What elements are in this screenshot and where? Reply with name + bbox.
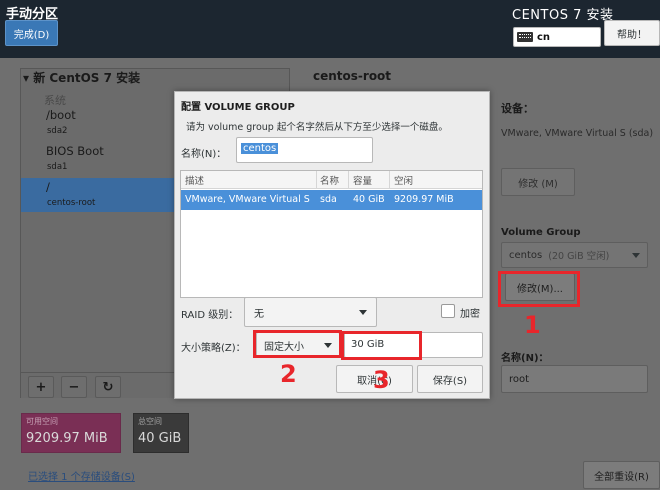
mount-item-boot-device: sda2 xyxy=(47,126,68,136)
step-number-2: 2 xyxy=(280,360,297,388)
col-header-capacity[interactable]: 容量 xyxy=(353,173,372,187)
partition-title: centos-root xyxy=(313,69,392,83)
done-button[interactable]: 完成(D) xyxy=(5,20,58,46)
cell-description: VMware, VMware Virtual S xyxy=(185,194,310,205)
volume-group-name: centos xyxy=(509,249,543,261)
install-group-header[interactable]: ▾ 新 CentOS 7 安装 xyxy=(23,69,140,86)
keyboard-layout-indicator[interactable]: cn xyxy=(513,27,601,47)
mount-item-root-device: centos-root xyxy=(47,198,96,208)
remove-mount-button[interactable]: − xyxy=(61,376,87,398)
raid-level-label: RAID 级别： xyxy=(181,310,239,321)
highlight-box-step2 xyxy=(253,330,342,358)
chevron-down-icon xyxy=(359,309,367,315)
volume-group-free: (20 GiB 空闲) xyxy=(548,251,610,262)
name-heading: 名称(N)： xyxy=(501,353,549,364)
col-header-free[interactable]: 空闲 xyxy=(394,173,413,187)
system-group-label: 系统 xyxy=(44,94,66,107)
raid-level-value: 无 xyxy=(254,308,264,320)
highlight-box-step3 xyxy=(341,331,422,360)
dialog-title: 配置 VOLUME GROUP xyxy=(181,102,295,113)
keyboard-layout-label: cn xyxy=(537,31,551,43)
available-space-label: 可用空间 xyxy=(26,417,58,426)
volume-group-heading: Volume Group xyxy=(501,227,581,238)
total-space-label: 总空间 xyxy=(138,417,162,426)
step-number-3: 3 xyxy=(373,366,390,394)
mount-item-biosboot-name[interactable]: BIOS Boot xyxy=(46,144,104,158)
reset-all-button[interactable]: 全部重设(R) xyxy=(583,461,660,489)
product-title: CENTOS 7 安装 xyxy=(512,8,614,23)
col-separator xyxy=(316,171,317,189)
highlight-box-step1 xyxy=(498,271,580,307)
cell-free: 9209.97 MiB xyxy=(394,194,454,205)
col-header-description[interactable]: 描述 xyxy=(185,173,204,187)
encrypt-label[interactable]: 加密 xyxy=(460,305,480,320)
col-header-name[interactable]: 名称 xyxy=(320,173,339,187)
cell-name: sda xyxy=(320,194,337,205)
col-separator xyxy=(348,171,349,189)
size-policy-label: 大小策略(Z)： xyxy=(181,343,246,354)
volume-group-select[interactable]: centos (20 GiB 空闲) xyxy=(501,242,648,268)
selected-storage-link[interactable]: 已选择 1 个存储设备(S) xyxy=(28,468,135,483)
refresh-icon[interactable]: ↻ xyxy=(95,376,121,398)
vg-name-label: 名称(N)： xyxy=(181,149,227,160)
help-button[interactable]: 帮助！ xyxy=(604,20,660,46)
save-button[interactable]: 保存(S) xyxy=(417,365,483,393)
keyboard-icon xyxy=(517,32,533,42)
dialog-description: 请为 volume group 起个名字然后从下方至少选择一个磁盘。 xyxy=(186,122,448,133)
chevron-down-icon xyxy=(632,252,640,258)
available-space-value: 9209.97 MiB xyxy=(26,431,108,446)
mount-item-boot-name[interactable]: /boot xyxy=(46,108,76,122)
add-mount-button[interactable]: + xyxy=(28,376,54,398)
total-space-value: 40 GiB xyxy=(138,431,182,446)
device-modify-button[interactable]: 修改 (M) xyxy=(501,168,575,196)
vg-name-selected-text: centos xyxy=(241,143,279,154)
lv-name-field[interactable]: root xyxy=(501,365,648,393)
vg-name-input[interactable]: centos xyxy=(236,137,373,163)
col-separator xyxy=(389,171,390,189)
cell-capacity: 40 GiB xyxy=(353,194,385,205)
encrypt-checkbox[interactable] xyxy=(441,304,455,318)
raid-level-select[interactable]: 无 xyxy=(244,297,377,327)
mount-item-biosboot-device: sda1 xyxy=(47,162,68,172)
step-number-1: 1 xyxy=(524,311,541,339)
mount-item-root-name[interactable]: / xyxy=(46,180,50,194)
device-heading: 设备： xyxy=(501,102,534,115)
device-value: VMware, VMware Virtual S (sda) xyxy=(501,128,654,139)
